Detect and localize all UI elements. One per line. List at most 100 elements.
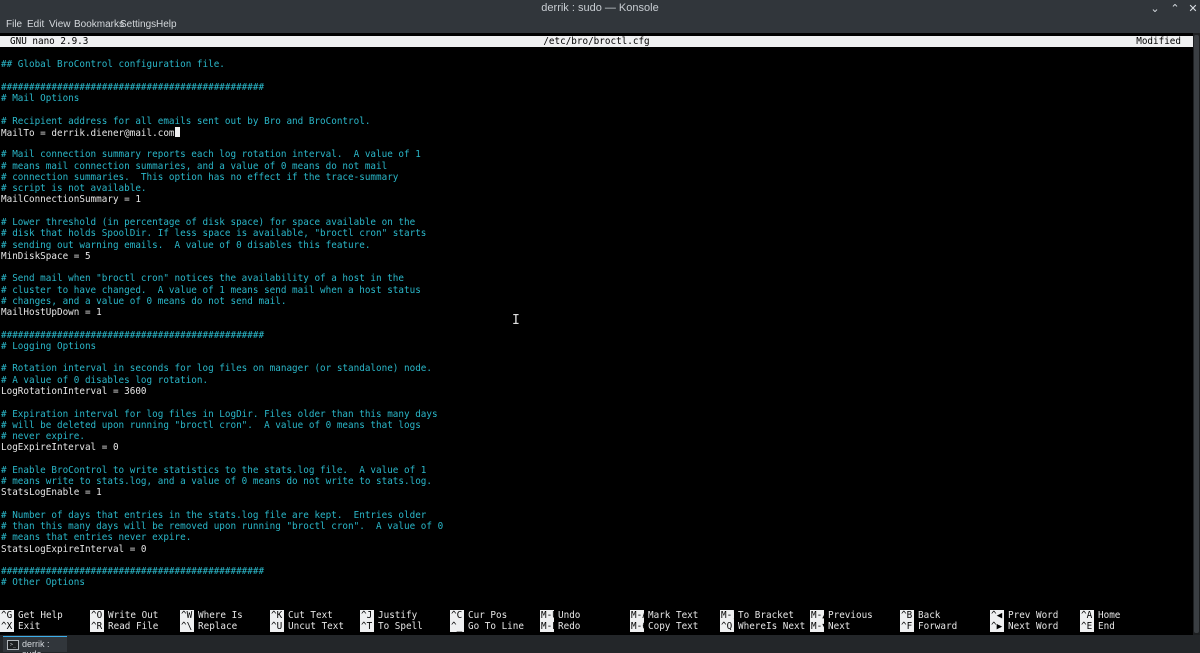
editor-line-text: # connection summaries. This option has … xyxy=(1,171,399,183)
shortcut-label: Get Help xyxy=(18,610,63,621)
konsole-window: derrik : sudo — Konsole ⌄ ⌃ ✕ File Edit … xyxy=(0,0,1200,653)
shortcut-label: Forward xyxy=(918,621,958,632)
shortcut-whereis-next[interactable]: ^Q WhereIs Next xyxy=(720,621,805,632)
shortcut-previous[interactable]: M-▲Previous xyxy=(810,610,873,621)
editor-line: # connection summaries. This option has … xyxy=(1,172,1191,183)
menu-settings[interactable]: Settings xyxy=(120,19,156,30)
shortcut-label: WhereIs Next xyxy=(738,621,806,632)
shortcut-go-to-line[interactable]: ^_ Go To Line xyxy=(450,621,524,632)
editor-line-text: # than this many days will be removed up… xyxy=(1,521,444,533)
shortcut-key: ^W xyxy=(180,610,194,621)
editor-line: MinDiskSpace = 5 xyxy=(1,251,1191,262)
terminal-view[interactable]: GNU nano 2.9.3 /etc/bro/broctl.cfg Modif… xyxy=(0,33,1193,635)
shortcut-key: ^J xyxy=(360,610,374,621)
shortcut-back[interactable]: ^B Back xyxy=(900,610,940,621)
menu-edit[interactable]: Edit xyxy=(27,19,44,30)
shortcut-label: Redo xyxy=(558,621,581,632)
editor-line-text: # Number of days that entries in the sta… xyxy=(1,509,427,521)
editor-line: # Lower threshold (in percentage of disk… xyxy=(1,217,1191,228)
editor-line: # Rotation interval in seconds for log f… xyxy=(1,363,1191,374)
shortcut-exit[interactable]: ^X Exit xyxy=(0,621,40,632)
shortcut-read-file[interactable]: ^R Read File xyxy=(90,621,158,632)
editor-line: MailTo = derrik.diener@mail.com xyxy=(1,126,1191,139)
editor-line-text: MailHostUpDown = 1 xyxy=(1,307,102,319)
text-cursor xyxy=(174,126,180,137)
menu-help[interactable]: Help xyxy=(156,19,177,30)
shortcut-uncut-text[interactable]: ^U Uncut Text xyxy=(270,621,344,632)
shortcut-to-spell[interactable]: ^T To Spell xyxy=(360,621,423,632)
shortcut-label: Copy Text xyxy=(648,621,699,632)
minimize-icon[interactable]: ⌄ xyxy=(1147,1,1163,17)
shortcut-label: Cur Pos xyxy=(468,610,508,621)
shortcut-label: Uncut Text xyxy=(288,621,344,632)
editor-line-text: LogExpireInterval = 0 xyxy=(1,442,119,454)
editor-line: MailConnectionSummary = 1 xyxy=(1,194,1191,205)
close-icon[interactable]: ✕ xyxy=(1185,1,1200,17)
menu-view[interactable]: View xyxy=(49,19,71,30)
editor-line-text: # cluster to have changed. A value of 1 … xyxy=(1,284,421,296)
editor-line-text: # Expiration interval for log files in L… xyxy=(1,408,438,420)
shortcut-undo[interactable]: M-UUndo xyxy=(540,610,580,621)
shortcut-key: M-▲ xyxy=(810,610,828,621)
menu-file[interactable]: File xyxy=(6,19,22,30)
shortcut-write-out[interactable]: ^O Write Out xyxy=(90,610,158,621)
tab-label: derrik : sudo xyxy=(22,639,50,653)
shortcut-get-help[interactable]: ^G Get Help xyxy=(0,610,63,621)
shortcut-forward[interactable]: ^F Forward xyxy=(900,621,957,632)
shortcut-to-bracket[interactable]: M-]To Bracket xyxy=(720,610,794,621)
shortcut-label: End xyxy=(1098,621,1115,632)
menu-bookmarks[interactable]: Bookmarks xyxy=(74,19,124,30)
shortcut-label: Exit xyxy=(18,621,41,632)
shortcut-label: Back xyxy=(918,610,941,621)
shortcut-copy-text[interactable]: M-6Copy Text xyxy=(630,621,698,632)
editor-line-text: # Logging Options xyxy=(1,340,97,352)
nano-modified-status: Modified xyxy=(1136,36,1181,47)
scrollbar-thumb[interactable] xyxy=(1194,35,1199,633)
editor-text-area[interactable]: ## Global BroControl configuration file.… xyxy=(1,48,1191,589)
editor-line-text: StatsLogExpireInterval = 0 xyxy=(1,543,147,555)
shortcut-label: Read File xyxy=(108,621,159,632)
editor-line-text: # means mail connection summaries, and a… xyxy=(1,160,388,172)
shortcut-end[interactable]: ^E End xyxy=(1080,621,1115,632)
shortcut-next[interactable]: M-▼Next xyxy=(810,621,850,632)
shortcut-replace[interactable]: ^\ Replace xyxy=(180,621,237,632)
shortcut-key: ^U xyxy=(270,621,284,632)
editor-line-text: # Enable BroControl to write statistics … xyxy=(1,464,427,476)
shortcut-key: ^A xyxy=(1080,610,1094,621)
shortcut-justify[interactable]: ^J Justify xyxy=(360,610,417,621)
shortcut-where-is[interactable]: ^W Where Is xyxy=(180,610,243,621)
shortcut-label: Mark Text xyxy=(648,610,699,621)
editor-line-text: MinDiskSpace = 5 xyxy=(1,250,91,262)
editor-line-text: # changes, and a value of 0 means do not… xyxy=(1,295,287,307)
shortcut-key: ^C xyxy=(450,610,464,621)
shortcut-home[interactable]: ^A Home xyxy=(1080,610,1120,621)
shortcut-label: Previous xyxy=(828,610,873,621)
shortcut-mark-text[interactable]: M-AMark Text xyxy=(630,610,698,621)
shortcut-key: ^G xyxy=(0,610,14,621)
tab-derrik-sudo[interactable]: >_ derrik : sudo xyxy=(3,636,67,653)
editor-line: # means mail connection summaries, and a… xyxy=(1,161,1191,172)
shortcut-label: Home xyxy=(1098,610,1121,621)
editor-line: ########################################… xyxy=(1,82,1191,93)
nano-header: GNU nano 2.9.3 /etc/bro/broctl.cfg Modif… xyxy=(0,36,1193,47)
editor-line: # changes, and a value of 0 means do not… xyxy=(1,296,1191,307)
shortcut-key: ^◀ xyxy=(990,610,1004,621)
maximize-icon[interactable]: ⌃ xyxy=(1167,1,1183,17)
editor-line-text: ########################################… xyxy=(1,566,265,578)
shortcut-cut-text[interactable]: ^K Cut Text xyxy=(270,610,333,621)
editor-line: # than this many days will be removed up… xyxy=(1,521,1191,532)
shortcut-key: ^\ xyxy=(180,621,194,632)
terminal-scrollbar[interactable] xyxy=(1193,33,1200,635)
editor-line-text: # never expire. xyxy=(1,431,85,443)
shortcut-prev-word[interactable]: ^◀ Prev Word xyxy=(990,610,1058,621)
shortcut-redo[interactable]: M-ERedo xyxy=(540,621,580,632)
shortcut-cur-pos[interactable]: ^C Cur Pos xyxy=(450,610,507,621)
shortcut-label: Cut Text xyxy=(288,610,333,621)
editor-line-text: # Mail Options xyxy=(1,93,80,105)
shortcut-next-word[interactable]: ^▶ Next Word xyxy=(990,621,1058,632)
